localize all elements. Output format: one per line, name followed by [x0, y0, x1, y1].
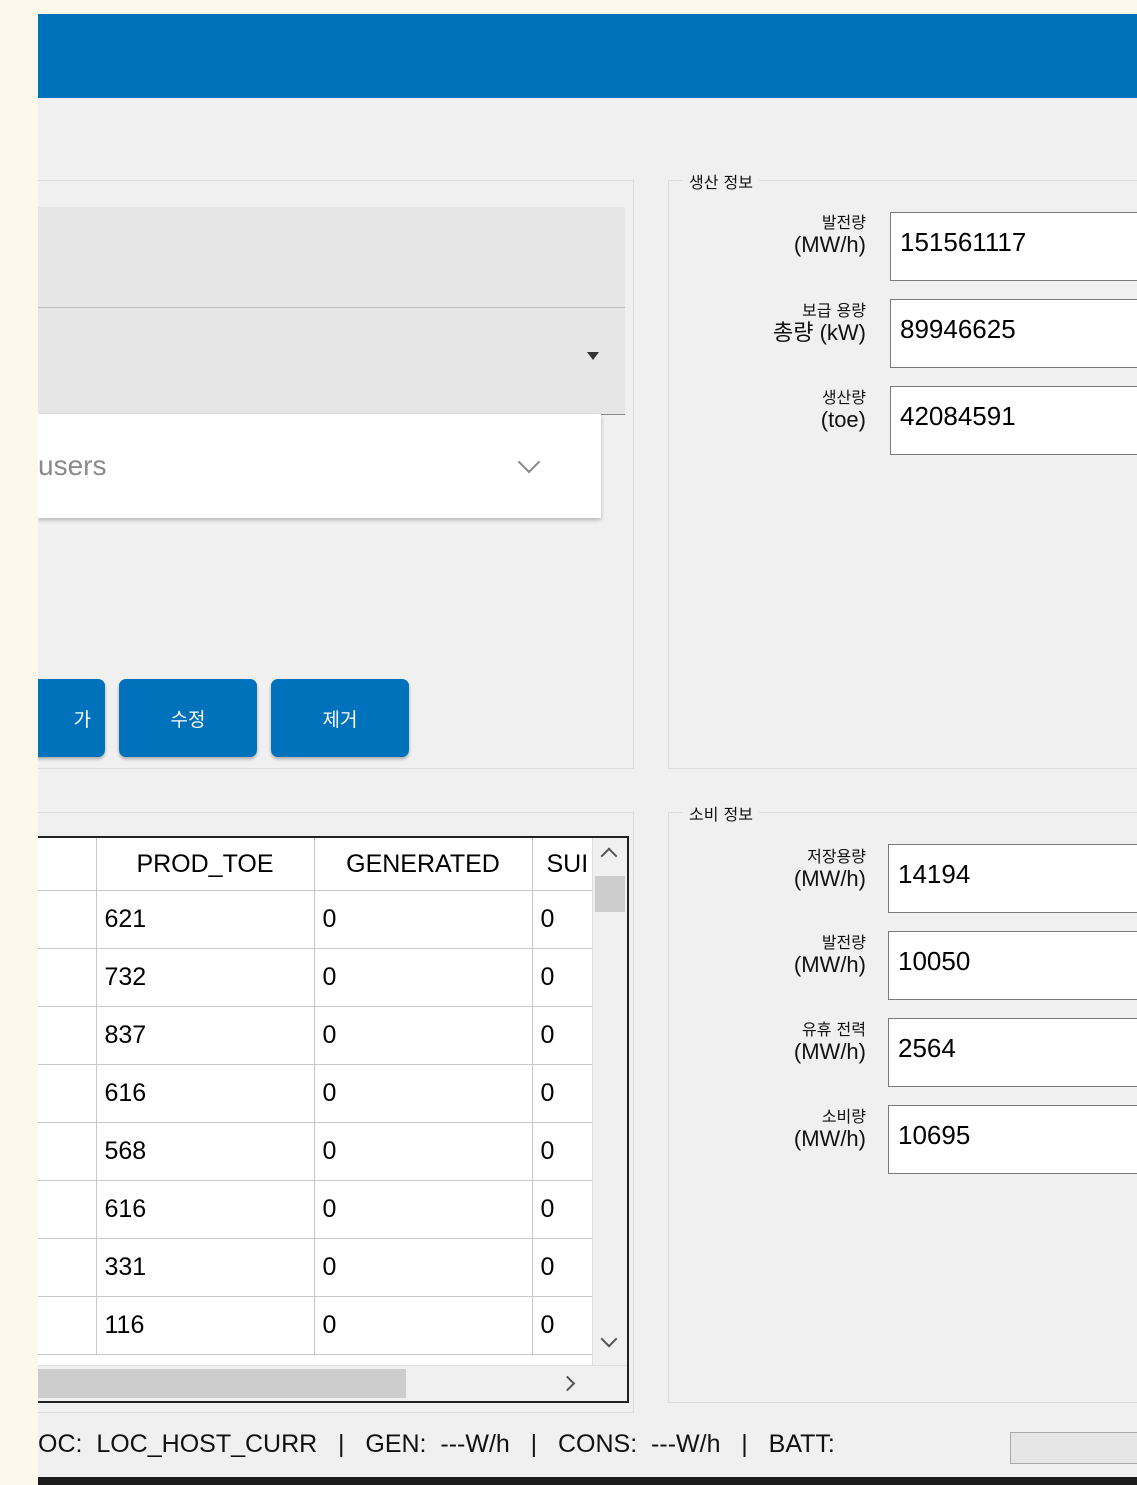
table-cell[interactable]: 0: [314, 1006, 533, 1065]
table-row[interactable]: 732 0 0: [38, 948, 594, 1007]
table-cell[interactable]: 0: [314, 1296, 533, 1355]
idle-power-field[interactable]: 2564: [888, 1018, 1137, 1087]
column-header[interactable]: PROD_TOE: [96, 838, 315, 891]
consumption-field-label: 소비량 (MW/h): [793, 1107, 866, 1152]
users-dropdown-text: users: [38, 450, 107, 481]
table-cell[interactable]: 568: [96, 1122, 315, 1181]
table-cell[interactable]: 0: [532, 1180, 594, 1239]
table-row[interactable]: 331 0 0: [38, 1238, 594, 1297]
table-cell[interactable]: 0: [532, 890, 594, 949]
edit-button[interactable]: 수정: [119, 679, 257, 757]
table-cell[interactable]: [38, 1238, 97, 1297]
table-cell[interactable]: [38, 890, 97, 949]
data-table: PROD_TOE GENERATED SUI 621 0 0 732 0 0 837 0 0 61…: [38, 838, 594, 1355]
horizontal-scroll-thumb[interactable]: [38, 1369, 406, 1398]
filter-panel: [38, 207, 625, 308]
table-cell[interactable]: 0: [532, 948, 594, 1007]
table-cell[interactable]: 837: [96, 1006, 315, 1065]
delete-button[interactable]: 제거: [271, 679, 409, 757]
table-cell[interactable]: 0: [532, 1064, 594, 1123]
table-cell[interactable]: 0: [532, 1296, 594, 1355]
scroll-down-icon[interactable]: [600, 1330, 618, 1348]
table-cell[interactable]: 0: [314, 1122, 533, 1181]
taskbar: [38, 1477, 1137, 1485]
table-cell[interactable]: 0: [314, 1064, 533, 1123]
production-field-label: 보급 용량 총량 (kW): [772, 301, 866, 346]
table-cell[interactable]: 331: [96, 1238, 315, 1297]
table-cell[interactable]: [38, 1122, 97, 1181]
scroll-up-icon[interactable]: [600, 847, 618, 865]
chevron-down-icon[interactable]: [517, 450, 541, 474]
table-cell[interactable]: 0: [314, 948, 533, 1007]
status-text: OC: LOC_HOST_CURR | GEN: ---W/h | CONS: …: [38, 1430, 835, 1458]
table-cell[interactable]: 616: [96, 1064, 315, 1123]
storage-capacity-field[interactable]: 14194: [888, 844, 1137, 913]
table-row[interactable]: 616 0 0: [38, 1064, 594, 1123]
data-grid[interactable]: PROD_TOE GENERATED SUI 621 0 0 732 0 0 837 0 0 61…: [38, 836, 629, 1403]
consumption-field-label: 유휴 전력 (MW/h): [793, 1020, 866, 1065]
production-field-label: 생산량 (toe): [820, 388, 866, 433]
table-cell[interactable]: [38, 1296, 97, 1355]
category-combobox[interactable]: [38, 308, 625, 415]
table-row[interactable]: 621 0 0: [38, 890, 594, 949]
table-cell[interactable]: [38, 1064, 97, 1123]
horizontal-scrollbar[interactable]: [38, 1365, 627, 1401]
table-cell[interactable]: 0: [314, 1238, 533, 1297]
production-title: 생산 정보: [683, 169, 759, 193]
table-cell[interactable]: 732: [96, 948, 315, 1007]
vertical-scroll-thumb[interactable]: [595, 876, 625, 912]
table-cell[interactable]: [38, 1006, 97, 1065]
table-row[interactable]: 568 0 0: [38, 1122, 594, 1181]
table-cell[interactable]: 621: [96, 890, 315, 949]
table-cell[interactable]: 616: [96, 1180, 315, 1239]
table-cell[interactable]: 116: [96, 1296, 315, 1355]
consumption-field-label: 저장용량 (MW/h): [793, 847, 866, 892]
table-row[interactable]: 837 0 0: [38, 1006, 594, 1065]
production-toe-field[interactable]: 42084591: [890, 386, 1137, 455]
consumption-field-label: 발전량 (MW/h): [793, 933, 866, 978]
title-bar: [38, 14, 1137, 98]
table-row[interactable]: 116 0 0: [38, 1296, 594, 1355]
column-header[interactable]: [38, 838, 97, 891]
table-row[interactable]: 616 0 0: [38, 1180, 594, 1239]
table-header-row: PROD_TOE GENERATED SUI: [38, 838, 594, 891]
add-button[interactable]: 가: [38, 679, 105, 757]
table-cell[interactable]: 0: [532, 1122, 594, 1181]
users-dropdown[interactable]: users: [38, 414, 601, 518]
column-header[interactable]: SUI: [532, 838, 594, 891]
caret-down-icon[interactable]: [587, 352, 599, 360]
table-cell[interactable]: 0: [314, 1180, 533, 1239]
consumption-generation-field[interactable]: 10050: [888, 931, 1137, 1000]
scroll-right-icon[interactable]: [559, 1375, 576, 1392]
table-cell[interactable]: [38, 1180, 97, 1239]
app-window: users 가 수정 제거 PROD_TOE GENERATED SUI 621…: [38, 14, 1137, 1485]
status-bar: OC: LOC_HOST_CURR | GEN: ---W/h | CONS: …: [38, 1416, 1137, 1477]
table-cell[interactable]: 0: [314, 890, 533, 949]
table-cell[interactable]: 0: [532, 1238, 594, 1297]
table-cell[interactable]: [38, 948, 97, 1007]
table-cell[interactable]: 0: [532, 1006, 594, 1065]
power-generation-field[interactable]: 151561117: [890, 212, 1137, 281]
production-field-label: 발전량 (MW/h): [793, 213, 866, 258]
battery-progress-bar: [1010, 1432, 1137, 1464]
vertical-scrollbar[interactable]: [592, 838, 627, 1366]
consumption-title: 소비 정보: [683, 801, 759, 825]
column-header[interactable]: GENERATED: [314, 838, 533, 891]
supply-capacity-field[interactable]: 89946625: [890, 299, 1137, 368]
consumption-amount-field[interactable]: 10695: [888, 1105, 1137, 1174]
